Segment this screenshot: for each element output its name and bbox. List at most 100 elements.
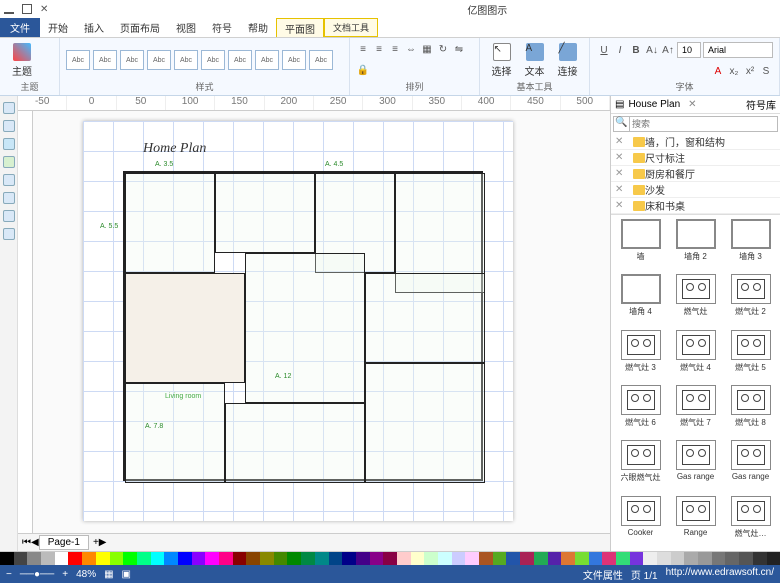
color-swatch[interactable]	[356, 552, 370, 565]
color-swatch[interactable]	[301, 552, 315, 565]
tool-icon[interactable]	[3, 210, 15, 222]
shape-item[interactable]: 墙角 4	[615, 274, 666, 325]
color-swatch[interactable]	[561, 552, 575, 565]
color-swatch[interactable]	[657, 552, 671, 565]
shape-item[interactable]: 燃气灶 6	[615, 385, 666, 436]
color-swatch[interactable]	[370, 552, 384, 565]
color-swatch[interactable]	[55, 552, 69, 565]
shape-item[interactable]: 墙角 2	[670, 219, 721, 270]
shape-item[interactable]: 燃气灶 5	[725, 330, 776, 381]
color-swatch[interactable]	[151, 552, 165, 565]
color-swatch[interactable]	[205, 552, 219, 565]
underline-button[interactable]: U	[597, 43, 611, 57]
color-swatch[interactable]	[219, 552, 233, 565]
color-swatch[interactable]	[602, 552, 616, 565]
subscript-button[interactable]: x₂	[727, 64, 741, 78]
window-close-icon[interactable]: ✕	[40, 4, 50, 14]
select-tool[interactable]: ↖选择	[486, 41, 517, 79]
remove-category-icon[interactable]: ✕	[615, 168, 625, 179]
style-preset[interactable]: Abc	[309, 50, 333, 70]
color-swatch[interactable]	[589, 552, 603, 565]
style-preset[interactable]: Abc	[201, 50, 225, 70]
window-maximize-icon[interactable]	[22, 4, 32, 14]
drawing-page[interactable]: Home Plan A. 3.5 A. 4.5	[83, 121, 513, 521]
color-swatch[interactable]	[506, 552, 520, 565]
align-right-icon[interactable]: ≡	[388, 43, 402, 57]
tool-icon[interactable]	[3, 192, 15, 204]
color-swatch[interactable]	[164, 552, 178, 565]
category-item[interactable]: ✕床和书桌	[611, 198, 780, 214]
shape-item[interactable]: Gas range	[670, 440, 721, 491]
zoom-out-icon[interactable]: −	[6, 569, 12, 580]
color-swatch[interactable]	[315, 552, 329, 565]
color-swatch[interactable]	[96, 552, 110, 565]
color-swatch[interactable]	[452, 552, 466, 565]
zoom-slider[interactable]: ──●──	[20, 569, 54, 580]
window-minimize-icon[interactable]	[4, 4, 14, 14]
shape-item[interactable]: 燃气灶 2	[725, 274, 776, 325]
color-swatch[interactable]	[260, 552, 274, 565]
shape-item[interactable]: Cooker	[615, 496, 666, 547]
shape-item[interactable]: 燃气灶 8	[725, 385, 776, 436]
color-swatch[interactable]	[233, 552, 247, 565]
align-left-icon[interactable]: ≡	[356, 43, 370, 57]
nav-first-icon[interactable]: ⏮	[22, 537, 31, 548]
shape-item[interactable]: 六眼燃气灶	[615, 440, 666, 491]
tab-layout[interactable]: 页面布局	[112, 18, 168, 37]
color-swatch[interactable]	[14, 552, 28, 565]
category-item[interactable]: ✕尺寸标注	[611, 150, 780, 166]
color-swatch[interactable]	[68, 552, 82, 565]
category-item[interactable]: ✕墙，门，窗和结构	[611, 134, 780, 150]
style-preset[interactable]: Abc	[120, 50, 144, 70]
style-preset[interactable]: Abc	[66, 50, 90, 70]
shape-item[interactable]: Gas range	[725, 440, 776, 491]
color-swatch[interactable]	[725, 552, 739, 565]
view-mode-icon[interactable]: ▦	[104, 569, 113, 580]
status-url[interactable]: http://www.edrawsoft.cn/	[666, 567, 774, 582]
color-swatch[interactable]	[110, 552, 124, 565]
color-swatch[interactable]	[438, 552, 452, 565]
close-tab-icon[interactable]: ✕	[688, 99, 696, 110]
tool-icon[interactable]	[3, 156, 15, 168]
color-swatch[interactable]	[643, 552, 657, 565]
page-tab-1[interactable]: Page-1	[39, 535, 89, 550]
color-swatch[interactable]	[753, 552, 767, 565]
color-bar[interactable]	[0, 551, 780, 565]
color-swatch[interactable]	[548, 552, 562, 565]
remove-category-icon[interactable]: ✕	[615, 152, 625, 163]
color-swatch[interactable]	[82, 552, 96, 565]
bold-button[interactable]: B	[629, 43, 643, 57]
shape-item[interactable]: 燃气灶…	[725, 496, 776, 547]
strike-button[interactable]: S	[759, 64, 773, 78]
tab-insert[interactable]: 插入	[76, 18, 112, 37]
color-swatch[interactable]	[479, 552, 493, 565]
category-item[interactable]: ✕厨房和餐厅	[611, 166, 780, 182]
increase-font-icon[interactable]: A↑	[661, 43, 675, 57]
color-swatch[interactable]	[246, 552, 260, 565]
style-preset[interactable]: Abc	[174, 50, 198, 70]
color-swatch[interactable]	[424, 552, 438, 565]
color-swatch[interactable]	[383, 552, 397, 565]
color-swatch[interactable]	[0, 552, 14, 565]
color-swatch[interactable]	[739, 552, 753, 565]
flip-icon[interactable]: ⇋	[452, 43, 466, 57]
color-swatch[interactable]	[192, 552, 206, 565]
search-icon[interactable]: 🔍	[613, 116, 629, 132]
color-swatch[interactable]	[397, 552, 411, 565]
color-swatch[interactable]	[123, 552, 137, 565]
tab-home[interactable]: 开始	[40, 18, 76, 37]
distribute-icon[interactable]: ⇔	[404, 43, 418, 57]
color-swatch[interactable]	[329, 552, 343, 565]
zoom-value[interactable]: 48%	[76, 569, 96, 580]
tool-icon[interactable]	[3, 174, 15, 186]
tab-symbols[interactable]: 符号	[204, 18, 240, 37]
canvas[interactable]: Home Plan A. 3.5 A. 4.5	[33, 111, 610, 533]
shape-item[interactable]: 燃气灶 7	[670, 385, 721, 436]
theme-button[interactable]: 主题	[6, 41, 38, 79]
tab-file[interactable]: 文件	[0, 18, 40, 37]
shape-gallery[interactable]: 墙墙角 2墙角 3墙角 4燃气灶燃气灶 2燃气灶 3燃气灶 4燃气灶 5燃气灶 …	[611, 215, 780, 551]
color-swatch[interactable]	[575, 552, 589, 565]
decrease-font-icon[interactable]: A↓	[645, 43, 659, 57]
font-size-select[interactable]	[677, 42, 701, 58]
color-swatch[interactable]	[274, 552, 288, 565]
